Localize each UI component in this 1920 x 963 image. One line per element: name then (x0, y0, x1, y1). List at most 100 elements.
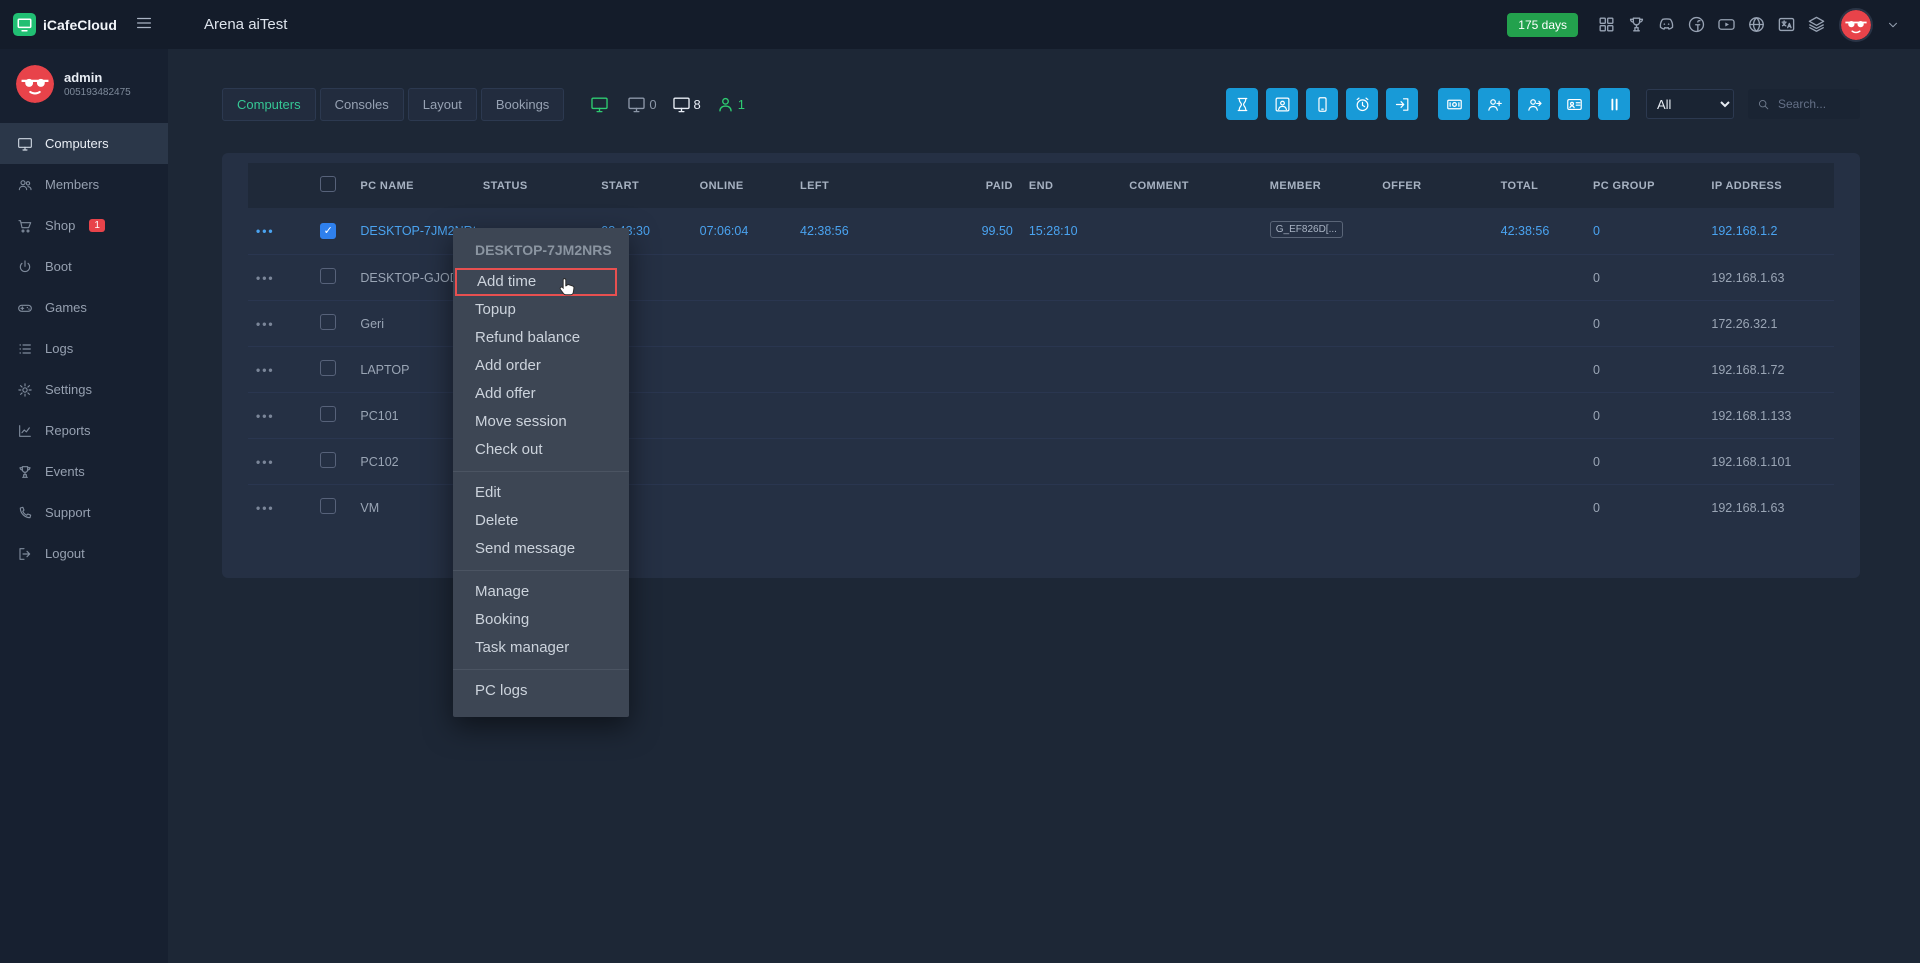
member-session-button[interactable] (1518, 88, 1550, 120)
alarm-button[interactable] (1346, 88, 1378, 120)
tab-layout[interactable]: Layout (408, 88, 477, 121)
row-actions-button[interactable]: ••• (256, 363, 275, 377)
cell-actions: ••• (248, 347, 312, 393)
tab-computers[interactable]: Computers (222, 88, 316, 121)
cell-actions: ••• (248, 393, 312, 439)
hourglass-button[interactable] (1226, 88, 1258, 120)
cash-button[interactable] (1438, 88, 1470, 120)
cell-member (1262, 347, 1374, 393)
column-header-paid: PAID (971, 163, 1021, 208)
discord-icon[interactable] (1657, 15, 1676, 34)
cell-total (1493, 393, 1585, 439)
row-actions-button[interactable]: ••• (256, 455, 275, 469)
cell-actions: ••• (248, 301, 312, 347)
chevron-down-icon[interactable] (1886, 18, 1900, 32)
row-actions-button[interactable]: ••• (256, 317, 275, 331)
menu-item-refund-balance[interactable]: Refund balance (453, 324, 629, 352)
menu-item-check-out[interactable]: Check out (453, 436, 629, 464)
sidebar-item-shop[interactable]: Shop1 (0, 205, 168, 246)
sidebar-item-events[interactable]: Events (0, 451, 168, 492)
sidebar: admin 005193482475 ComputersMembersShop1… (0, 49, 168, 963)
youtube-icon[interactable] (1717, 15, 1736, 34)
menu-item-add-order[interactable]: Add order (453, 352, 629, 380)
cell-member: G_EF826D[... (1262, 208, 1374, 255)
globe-icon[interactable] (1747, 15, 1766, 34)
menu-item-add-time[interactable]: Add time (455, 268, 617, 296)
check-in-button[interactable] (1386, 88, 1418, 120)
counter-value: 8 (694, 97, 701, 112)
sidebar-item-boot[interactable]: Boot (0, 246, 168, 287)
hamburger-menu-button[interactable] (133, 12, 155, 37)
menu-item-manage[interactable]: Manage (453, 578, 629, 606)
sidebar-item-reports[interactable]: Reports (0, 410, 168, 451)
cell-offer (1374, 485, 1492, 531)
menu-divider (453, 570, 629, 571)
menu-item-pc-logs[interactable]: PC logs (453, 677, 629, 705)
filter-select[interactable]: All (1646, 89, 1734, 119)
sidebar-item-logs[interactable]: Logs (0, 328, 168, 369)
sidebar-item-computers[interactable]: Computers (0, 123, 168, 164)
sidebar-user[interactable]: admin 005193482475 (0, 65, 168, 123)
counters: 081 (590, 95, 745, 114)
cell-checkbox: ✓ (312, 208, 352, 255)
row-checkbox[interactable] (320, 498, 336, 514)
cell-paid (971, 347, 1021, 393)
cell-left (792, 485, 971, 531)
menu-item-topup[interactable]: Topup (453, 296, 629, 324)
row-checkbox[interactable]: ✓ (320, 223, 336, 239)
mobile-button[interactable] (1306, 88, 1338, 120)
sidebar-item-logout[interactable]: Logout (0, 533, 168, 574)
pause-button[interactable] (1598, 88, 1630, 120)
guest-user-button[interactable] (1266, 88, 1298, 120)
select-all-checkbox[interactable] (320, 176, 336, 192)
layers-icon[interactable] (1807, 15, 1826, 34)
row-actions-button[interactable]: ••• (256, 271, 275, 285)
cell-end (1021, 347, 1121, 393)
menu-item-delete[interactable]: Delete (453, 507, 629, 535)
tab-bookings[interactable]: Bookings (481, 88, 564, 121)
facebook-icon[interactable] (1687, 15, 1706, 34)
row-checkbox[interactable] (320, 406, 336, 422)
sidebar-item-support[interactable]: Support (0, 492, 168, 533)
sidebar-item-settings[interactable]: Settings (0, 369, 168, 410)
sidebar-item-games[interactable]: Games (0, 287, 168, 328)
menu-item-task-manager[interactable]: Task manager (453, 634, 629, 662)
add-member-button[interactable] (1478, 88, 1510, 120)
row-actions-button[interactable]: ••• (256, 501, 275, 515)
apps-grid-icon[interactable] (1597, 15, 1616, 34)
counter-monitor-2: 8 (672, 95, 701, 114)
row-checkbox[interactable] (320, 314, 336, 330)
user-avatar[interactable] (1839, 8, 1873, 42)
sidebar-item-label: Games (45, 300, 87, 315)
menu-item-edit[interactable]: Edit (453, 479, 629, 507)
cell-left (792, 439, 971, 485)
menu-divider (453, 669, 629, 670)
cell-online (692, 347, 792, 393)
sidebar-item-label: Shop (45, 218, 75, 233)
search-input[interactable] (1776, 96, 1851, 112)
cell-paid (971, 393, 1021, 439)
menu-item-move-session[interactable]: Move session (453, 408, 629, 436)
chart-icon (17, 423, 33, 439)
menu-item-send-message[interactable]: Send message (453, 535, 629, 563)
sidebar-item-members[interactable]: Members (0, 164, 168, 205)
cart-icon (17, 218, 33, 234)
cell-total: 42:38:56 (1493, 208, 1585, 255)
member-chip[interactable]: G_EF826D[... (1270, 221, 1343, 238)
trophy-icon[interactable] (1627, 15, 1646, 34)
language-icon[interactable] (1777, 15, 1796, 34)
column-header-pc-group: PC GROUP (1585, 163, 1703, 208)
license-days-badge[interactable]: 175 days (1507, 13, 1578, 37)
row-actions-button[interactable]: ••• (256, 224, 275, 238)
menu-item-add-offer[interactable]: Add offer (453, 380, 629, 408)
row-checkbox[interactable] (320, 452, 336, 468)
cell-pcgroup: 0 (1585, 439, 1703, 485)
row-actions-button[interactable]: ••• (256, 409, 275, 423)
row-checkbox[interactable] (320, 268, 336, 284)
app-logo[interactable]: iCafeCloud (13, 13, 117, 36)
id-card-button[interactable] (1558, 88, 1590, 120)
menu-item-booking[interactable]: Booking (453, 606, 629, 634)
tab-consoles[interactable]: Consoles (320, 88, 404, 121)
sidebar-item-label: Logout (45, 546, 85, 561)
row-checkbox[interactable] (320, 360, 336, 376)
